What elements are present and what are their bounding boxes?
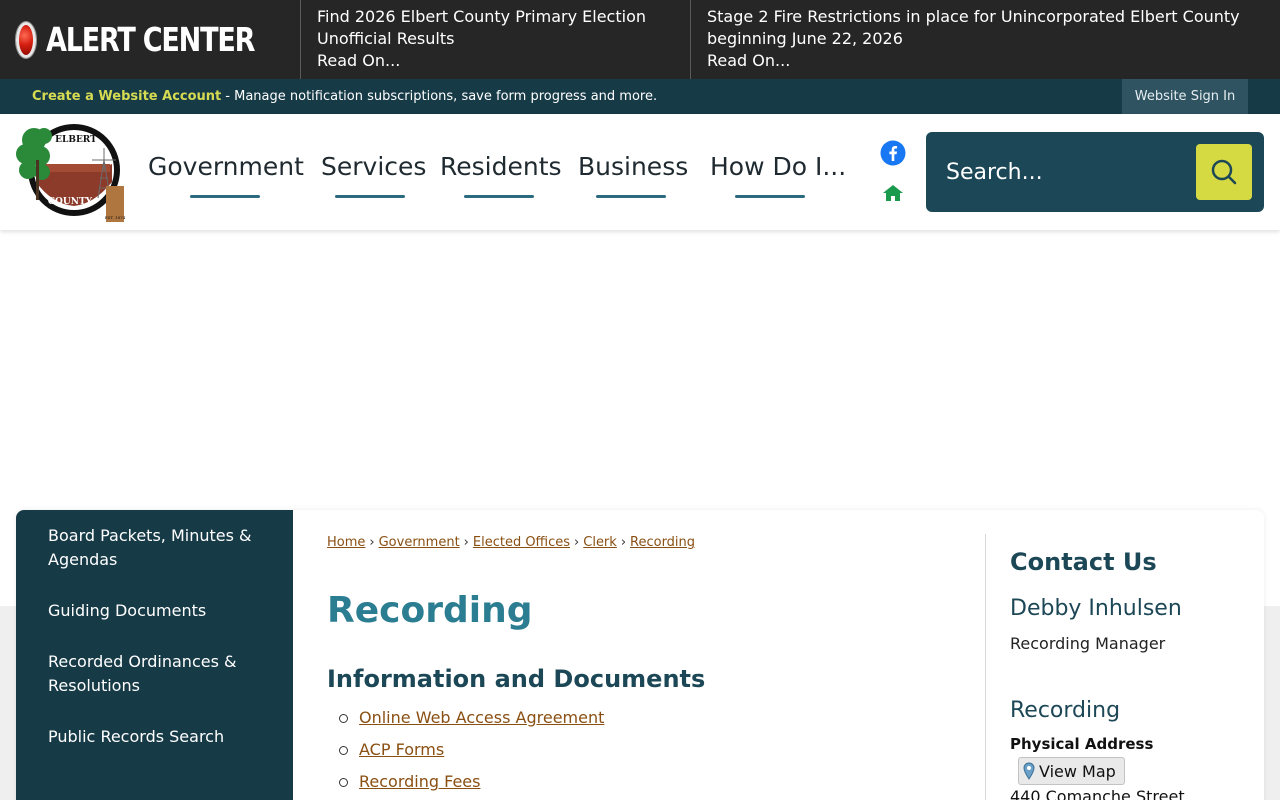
- list-item: ACP Forms: [339, 734, 604, 766]
- nav-label: Residents: [440, 152, 562, 181]
- breadcrumb-recording[interactable]: Recording: [630, 535, 695, 550]
- contact-title: Contact Us: [1010, 548, 1157, 576]
- breadcrumb-elected-offices[interactable]: Elected Offices: [473, 535, 570, 550]
- alert-center-title: ALERT CENTER: [46, 20, 255, 59]
- section-title: Information and Documents: [327, 665, 706, 693]
- search-icon: [1211, 159, 1237, 185]
- side-navigation: Board Packets, Minutes & Agendas Guiding…: [16, 510, 293, 800]
- document-link-web-access[interactable]: Online Web Access Agreement: [359, 702, 604, 734]
- contact-role: Recording Manager: [1010, 634, 1166, 653]
- list-item: Recording Fees: [339, 766, 604, 798]
- page-title: Recording: [327, 590, 533, 631]
- facebook-icon[interactable]: [880, 140, 906, 166]
- nav-label: Business: [578, 152, 689, 181]
- document-list: Online Web Access Agreement ACP Forms Re…: [339, 702, 604, 798]
- home-icon[interactable]: [882, 184, 904, 202]
- create-account-link[interactable]: Create a Website Account: [32, 89, 221, 104]
- alert-icon: [16, 21, 37, 58]
- logo-bottom-text: COUNTY: [48, 197, 93, 207]
- alert-read-on-link[interactable]: Read On...: [707, 50, 1264, 72]
- account-bar: Create a Website Account - Manage notifi…: [0, 79, 1280, 114]
- sidenav-item-recorded-ordinances[interactable]: Recorded Ordinances & Resolutions: [16, 650, 293, 698]
- search-button[interactable]: [1196, 144, 1252, 200]
- contact-name: Debby Inhulsen: [1010, 596, 1182, 621]
- alert-text: Find 2026 Elbert County Primary Election…: [317, 7, 646, 48]
- content-card: Board Packets, Minutes & Agendas Guiding…: [16, 510, 1264, 800]
- breadcrumb-clerk[interactable]: Clerk: [583, 535, 617, 550]
- nav-underline: [735, 195, 805, 198]
- breadcrumb-home[interactable]: Home: [327, 535, 365, 550]
- search-box: [926, 132, 1264, 212]
- breadcrumb-government[interactable]: Government: [379, 535, 460, 550]
- map-pin-icon: [1023, 762, 1035, 780]
- search-input[interactable]: [926, 132, 1186, 212]
- bullet-icon: [339, 713, 348, 723]
- address-line: 440 Comanche Street: [1010, 787, 1185, 800]
- nav-services[interactable]: Services: [321, 152, 426, 198]
- view-map-button[interactable]: View Map: [1018, 757, 1125, 785]
- nav-underline: [464, 195, 534, 198]
- content-divider: [985, 534, 986, 800]
- alert-item-election[interactable]: Find 2026 Elbert County Primary Election…: [300, 0, 690, 79]
- document-link-recording-fees[interactable]: Recording Fees: [359, 766, 480, 798]
- nav-underline: [190, 195, 260, 198]
- view-map-label: View Map: [1039, 761, 1116, 781]
- alert-center[interactable]: ALERT CENTER: [0, 0, 300, 79]
- logo-top-text: ELBERT: [55, 135, 97, 145]
- breadcrumb-separator: ›: [574, 535, 580, 550]
- breadcrumb-separator: ›: [463, 535, 469, 550]
- account-description: - Manage notification subscriptions, sav…: [225, 89, 658, 104]
- nav-how-do-i[interactable]: How Do I...: [710, 152, 846, 198]
- alert-item-fire[interactable]: Stage 2 Fire Restrictions in place for U…: [690, 0, 1280, 79]
- alert-bar: ALERT CENTER Find 2026 Elbert County Pri…: [0, 0, 1280, 79]
- nav-residents[interactable]: Residents: [440, 152, 562, 198]
- nav-underline: [596, 195, 666, 198]
- breadcrumb-separator: ›: [369, 535, 375, 550]
- sign-in-button[interactable]: Website Sign In: [1122, 79, 1248, 114]
- sidenav-item-board-packets[interactable]: Board Packets, Minutes & Agendas: [16, 524, 293, 572]
- sidenav-item-guiding-documents[interactable]: Guiding Documents: [16, 599, 293, 623]
- department-title: Recording: [1010, 698, 1121, 723]
- county-logo[interactable]: ELBERT COUNTY EST. 1874: [14, 120, 130, 224]
- sidenav-item-public-records-search[interactable]: Public Records Search: [16, 725, 293, 749]
- nav-business[interactable]: Business: [578, 152, 688, 198]
- list-item: Online Web Access Agreement: [339, 702, 604, 734]
- alert-text: Stage 2 Fire Restrictions in place for U…: [707, 7, 1240, 48]
- alert-read-on-link[interactable]: Read On...: [317, 50, 674, 72]
- nav-label: Government: [148, 152, 304, 181]
- logo-est-text: EST. 1874: [105, 215, 126, 220]
- bullet-icon: [339, 777, 348, 787]
- address-label: Physical Address: [1010, 735, 1154, 753]
- bullet-icon: [339, 745, 348, 755]
- site-header: ELBERT COUNTY EST. 1874 Government Servi…: [0, 114, 1280, 230]
- nav-label: How Do I...: [710, 152, 847, 181]
- document-link-acp-forms[interactable]: ACP Forms: [359, 734, 444, 766]
- breadcrumb: Home › Government › Elected Offices › Clerk › Re…: [327, 535, 695, 550]
- breadcrumb-separator: ›: [620, 535, 627, 550]
- nav-government[interactable]: Government: [148, 152, 304, 198]
- nav-label: Services: [321, 152, 427, 181]
- nav-underline: [335, 195, 405, 198]
